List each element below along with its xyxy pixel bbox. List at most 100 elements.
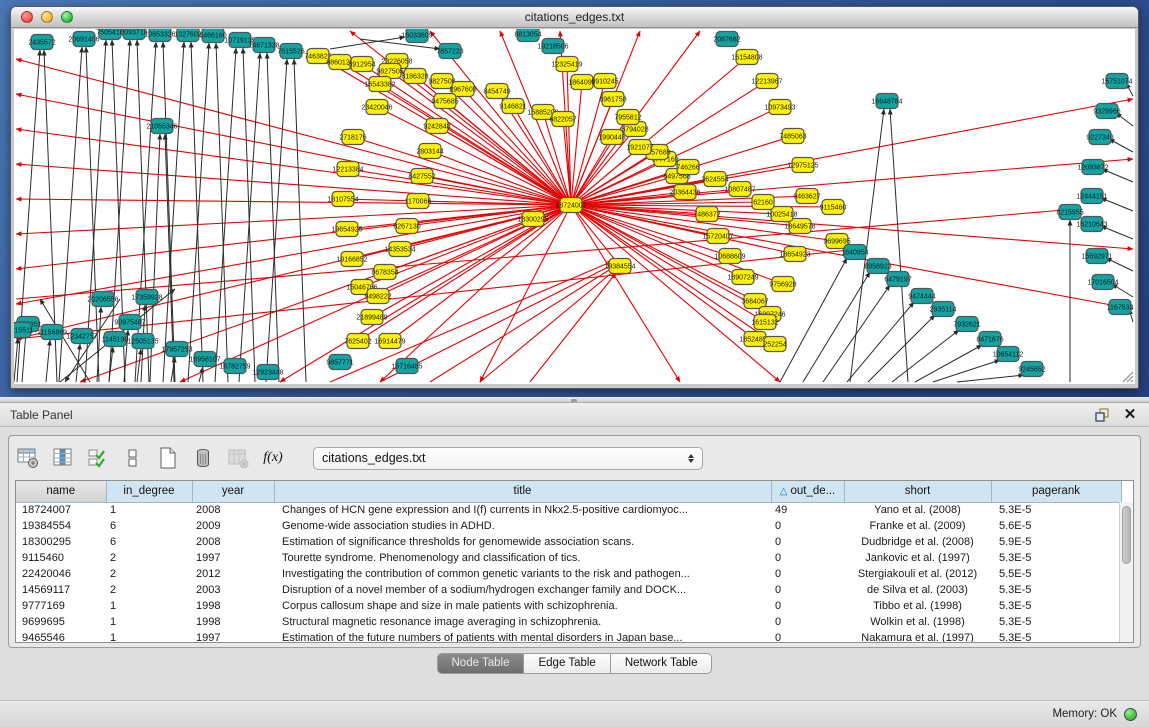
cell-name[interactable]: 19384554 <box>16 518 106 534</box>
scrollbar-thumb[interactable] <box>1122 506 1131 564</box>
cell-short[interactable]: Tibbo et al. (1998) <box>844 598 991 614</box>
column-header-short[interactable]: short <box>844 481 991 502</box>
cell-in_degree[interactable]: 2 <box>106 566 192 582</box>
cell-out_degree[interactable]: 49 <box>771 502 844 518</box>
table-row[interactable]: 2242004622012Investigating the contribut… <box>16 566 1121 582</box>
table-selector-dropdown[interactable]: citations_edges.txt <box>313 447 703 470</box>
create-column-button[interactable] <box>155 445 181 471</box>
graph-node[interactable]: 8186328 <box>401 69 428 84</box>
network-canvas[interactable]: 2435572206914067505416209371810653326132… <box>14 29 1135 384</box>
cell-title[interactable]: Changes of HCN gene expression and I(f) … <box>274 502 771 518</box>
table-row[interactable]: 969969511998Structural magnetic resonanc… <box>16 614 1121 630</box>
table-settings-button[interactable] <box>15 445 41 471</box>
cell-in_degree[interactable]: 1 <box>106 598 192 614</box>
graph-node[interactable]: 90975487 <box>114 315 145 330</box>
graph-node[interactable]: 9146821 <box>499 99 526 114</box>
cell-year[interactable]: 2012 <box>192 566 274 582</box>
network-window-titlebar[interactable]: citations_edges.txt <box>11 7 1138 28</box>
graph-node[interactable]: 6479197 <box>884 272 911 287</box>
graph-node[interactable]: 6822057 <box>549 112 576 127</box>
cell-year[interactable]: 2009 <box>192 518 274 534</box>
minimize-button[interactable] <box>41 11 53 23</box>
graph-node[interactable]: 20691406 <box>68 32 99 47</box>
graph-node[interactable]: 8471676 <box>976 332 1003 347</box>
cell-title[interactable]: Genome-wide association studies in ADHD. <box>274 518 771 534</box>
graph-node[interactable]: 8678354 <box>371 265 398 280</box>
graph-node[interactable]: 3624554 <box>701 172 728 187</box>
graph-node[interactable]: 9329966 <box>1093 104 1120 119</box>
graph-node[interactable]: 2803144 <box>416 144 443 159</box>
graph-node[interactable]: 12342757 <box>66 329 97 344</box>
cell-title[interactable]: Tourette syndrome. Phenomenology and cla… <box>274 550 771 566</box>
graph-node[interactable]: 16648784 <box>871 94 902 109</box>
cell-in_degree[interactable]: 2 <box>106 550 192 566</box>
graph-node[interactable]: 8215955 <box>1056 205 1083 220</box>
graph-node[interactable]: 17957253 <box>161 342 192 357</box>
graph-node[interactable]: 7955812 <box>614 110 641 125</box>
cell-name[interactable]: 9699695 <box>16 614 106 630</box>
cell-in_degree[interactable]: 2 <box>106 582 192 598</box>
graph-node[interactable]: 1921077 <box>626 140 653 155</box>
graph-node[interactable]: 20364436 <box>669 185 700 200</box>
graph-node[interactable]: 18724007 <box>555 198 586 213</box>
graph-node[interactable]: 9474444 <box>908 289 935 304</box>
tab-edge-table[interactable]: Edge Table <box>524 653 610 674</box>
cell-name[interactable]: 9115460 <box>16 550 106 566</box>
cell-short[interactable]: de Silva et al. (2003) <box>844 582 991 598</box>
graph-node[interactable]: 17016504 <box>1087 275 1118 290</box>
graph-node[interactable]: 8813054 <box>514 29 541 42</box>
close-button[interactable] <box>21 11 33 23</box>
cell-name[interactable]: 14569117 <box>16 582 106 598</box>
graph-node[interactable]: 6961758 <box>599 92 626 107</box>
cell-title[interactable]: Structural magnetic resonance image aver… <box>274 614 771 630</box>
graph-node[interactable]: 2718176 <box>339 130 366 145</box>
column-header-year[interactable]: year <box>192 481 274 502</box>
cell-year[interactable]: 1997 <box>192 550 274 566</box>
graph-node[interactable]: 15751074 <box>1101 74 1132 89</box>
graph-node[interactable]: 9475685 <box>431 94 458 109</box>
graph-node[interactable]: 19218506 <box>537 39 568 54</box>
cell-year[interactable]: 2003 <box>192 582 274 598</box>
cell-name[interactable]: 18724007 <box>16 502 106 518</box>
cell-short[interactable]: Yano et al. (2008) <box>844 502 991 518</box>
delete-table-button[interactable] <box>225 445 251 471</box>
cell-pagerank[interactable]: 5.6E-5 <box>991 518 1121 534</box>
cell-name[interactable]: 22420046 <box>16 566 106 582</box>
table-row[interactable]: 977716911998Corpus callosum shape and si… <box>16 598 1121 614</box>
cell-pagerank[interactable]: 5.5E-5 <box>991 566 1121 582</box>
cell-in_degree[interactable]: 6 <box>106 534 192 550</box>
cell-in_degree[interactable]: 1 <box>106 502 192 518</box>
table-row[interactable]: 1872400712008Changes of HCN gene express… <box>16 502 1121 518</box>
cell-pagerank[interactable]: 5.3E-5 <box>991 614 1121 630</box>
cell-year[interactable]: 2008 <box>192 534 274 550</box>
column-header-name[interactable]: name <box>16 481 106 502</box>
graph-node[interactable]: 9463627 <box>793 189 820 204</box>
graph-node[interactable]: 16033809 <box>401 29 432 43</box>
table-row[interactable]: 911546021997Tourette syndrome. Phenomeno… <box>16 550 1121 566</box>
cell-out_degree[interactable]: 0 <box>771 518 844 534</box>
cell-pagerank[interactable]: 5.3E-5 <box>991 598 1121 614</box>
graph-node[interactable]: 2087682 <box>713 32 740 47</box>
show-columns-button[interactable] <box>50 445 76 471</box>
citation-network-graph[interactable]: 2435572206914067505416209371810653326132… <box>14 29 1135 384</box>
graph-node[interactable]: 6466160 <box>199 29 226 43</box>
cell-out_degree[interactable]: 0 <box>771 630 844 643</box>
cell-short[interactable]: Nakamura et al. (1997) <box>844 630 991 643</box>
graph-node[interactable]: 2435572 <box>28 35 55 50</box>
graph-node[interactable]: 8912954 <box>348 57 375 72</box>
graph-node[interactable]: 746266 <box>676 160 699 175</box>
column-header-in_degree[interactable]: in_degree <box>106 481 192 502</box>
graph-node[interactable]: 9242848 <box>423 119 450 134</box>
cell-in_degree[interactable]: 1 <box>106 630 192 643</box>
cell-name[interactable]: 18300295 <box>16 534 106 550</box>
cell-title[interactable]: Disruption of a novel member of a sodium… <box>274 582 771 598</box>
cell-name[interactable]: 9777169 <box>16 598 106 614</box>
graph-node[interactable]: 7515526 <box>277 44 304 59</box>
cell-short[interactable]: Stergiakouli et al. (2012) <box>844 566 991 582</box>
table-row[interactable]: 1938455462009Genome-wide association stu… <box>16 518 1121 534</box>
graph-node[interactable]: 16210643 <box>1076 217 1107 232</box>
function-builder-button[interactable]: f(x) <box>260 445 286 471</box>
cell-year[interactable]: 1998 <box>192 614 274 630</box>
cell-year[interactable]: 1998 <box>192 598 274 614</box>
cell-year[interactable]: 2008 <box>192 502 274 518</box>
